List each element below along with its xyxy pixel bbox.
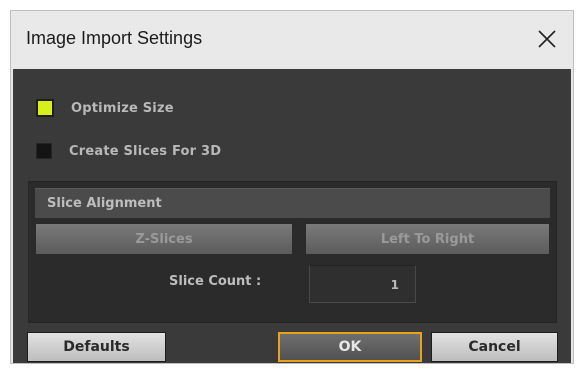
title-bar: Image Import Settings: [11, 11, 573, 67]
dialog-title: Image Import Settings: [26, 28, 203, 48]
optimize-size-label: Optimize Size: [71, 100, 174, 116]
left-to-right-button[interactable]: Left To Right: [305, 223, 550, 255]
create-slices-option[interactable]: Create Slices For 3D: [36, 141, 221, 161]
slice-alignment-header: Slice Alignment: [35, 188, 550, 218]
defaults-button[interactable]: Defaults: [27, 332, 166, 362]
optimize-size-option[interactable]: Optimize Size: [36, 98, 174, 118]
ok-button[interactable]: OK: [278, 332, 422, 362]
optimize-size-checkbox[interactable]: [36, 99, 54, 117]
slice-count-label: Slice Count :: [169, 274, 262, 289]
z-slices-button[interactable]: Z-Slices: [35, 223, 293, 255]
close-button[interactable]: [521, 11, 573, 67]
create-slices-checkbox[interactable]: [36, 143, 52, 159]
dialog-window: Image Import Settings Optimize Size Crea…: [10, 10, 574, 364]
slice-alignment-panel: Slice Alignment Z-Slices Left To Right S…: [28, 181, 557, 323]
close-icon: [538, 30, 556, 48]
slice-count-input[interactable]: 1: [309, 265, 416, 303]
create-slices-label: Create Slices For 3D: [69, 143, 222, 159]
cancel-button[interactable]: Cancel: [431, 332, 558, 362]
dialog-body: Optimize Size Create Slices For 3D Slice…: [13, 69, 571, 363]
slice-alignment-title: Slice Alignment: [47, 196, 162, 211]
